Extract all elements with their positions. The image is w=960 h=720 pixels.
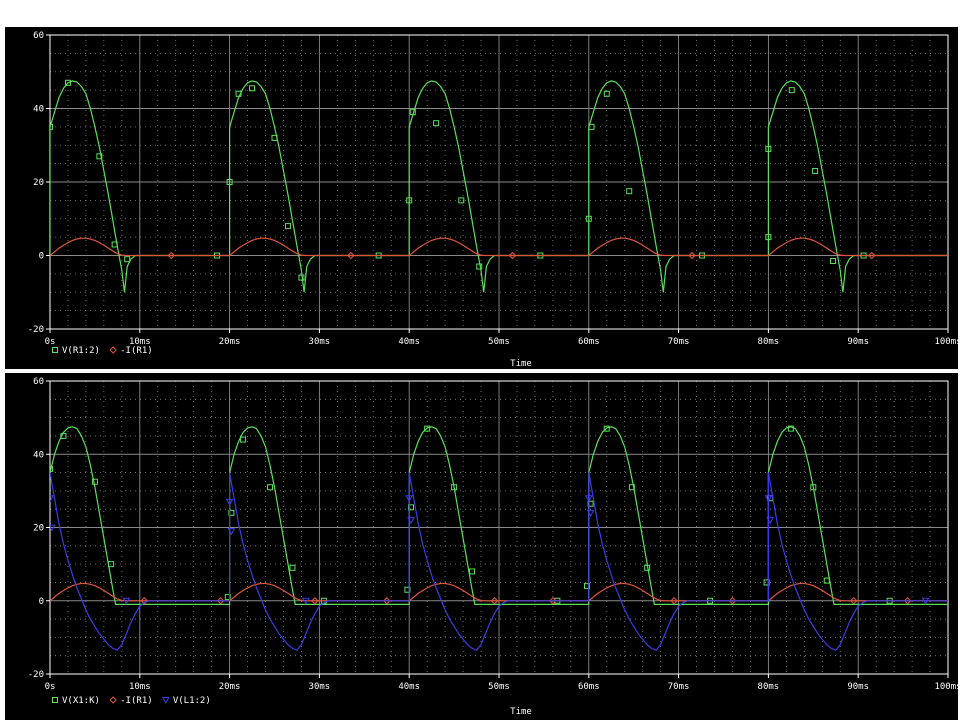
legend-marker-i-r1 <box>109 346 117 354</box>
x-tick-label: 70ms <box>668 682 690 692</box>
series-group <box>50 79 948 293</box>
x-tick-label: 60ms <box>578 337 600 347</box>
y-tick-label: 0 <box>39 252 44 262</box>
data-point-v-x1-k <box>267 484 274 491</box>
axis-ticks <box>46 380 949 678</box>
x-tick-label: 70ms <box>668 337 690 347</box>
legend-entry-v-r1-2: V(R1:2) <box>62 346 100 356</box>
y-tick-label: 60 <box>33 31 44 41</box>
probe-plot-bottom: 0s 10ms 20ms 30ms 40ms 50ms 60ms 70ms 80ms 90ms 10… <box>5 373 958 720</box>
y-tick-label: 20 <box>33 524 44 534</box>
x-tick-label: 90ms <box>847 337 869 347</box>
y-tick-label: -20 <box>28 325 44 335</box>
series-markers-v-l1-2 <box>50 495 930 605</box>
x-tick-label: 50ms <box>488 682 510 692</box>
legend: V(X1:K) -I(R1) V(L1:2) <box>52 696 211 706</box>
x-tick-label: 40ms <box>398 337 420 347</box>
x-tick-label: 10ms <box>129 682 151 692</box>
y-tick-label: 0 <box>39 597 44 607</box>
probe-plot-top-svg: 0s 10ms 20ms 30ms 40ms 50ms 60ms 70ms 80ms 90ms 10… <box>28 31 958 369</box>
axis-ticks <box>46 34 949 333</box>
y-tick-label: 40 <box>33 105 44 115</box>
x-axis-title: Time <box>510 707 532 717</box>
legend-entry-v-l1-2: V(L1:2) <box>173 696 211 706</box>
data-point-v-x1-k <box>289 564 296 571</box>
legend-marker-i-r1 <box>109 696 117 704</box>
y-tick-label: 40 <box>33 450 44 460</box>
legend-entry-i-r1: -I(R1) <box>120 346 153 356</box>
data-point-v-r1-2 <box>812 167 819 174</box>
legend: V(R1:2) -I(R1) <box>52 346 153 356</box>
x-tick-label: 30ms <box>309 682 331 692</box>
major-grid <box>50 381 948 674</box>
x-tick-label: 40ms <box>398 682 420 692</box>
x-tick-label: 100ms <box>934 337 958 347</box>
y-tick-label: 20 <box>33 178 44 188</box>
x-tick-label: 80ms <box>758 337 780 347</box>
data-point-v-r1-2 <box>830 258 837 265</box>
legend-entry-v-x1-k: V(X1:K) <box>62 696 100 706</box>
x-tick-label: 60ms <box>578 682 600 692</box>
data-point-v-r1-2 <box>284 223 291 230</box>
data-point-v-x1-k <box>240 436 247 443</box>
legend-marker-v-x1-k <box>52 697 58 703</box>
legend-marker-v-l1-2 <box>162 697 170 705</box>
x-axis-title: Time <box>510 359 532 369</box>
data-point-v-r1-2 <box>626 188 633 195</box>
y-tick-label: -20 <box>28 670 44 680</box>
data-point-v-x1-k <box>469 568 476 575</box>
x-tick-label: 80ms <box>758 682 780 692</box>
probe-plot-bottom-svg: 0s 10ms 20ms 30ms 40ms 50ms 60ms 70ms 80ms 90ms 10… <box>28 377 958 717</box>
x-tick-label: 0s <box>45 337 56 347</box>
data-point-v-r1-2 <box>788 87 795 94</box>
x-tick-label: 0s <box>45 682 56 692</box>
major-grid <box>50 35 948 329</box>
x-tick-label: 20ms <box>219 337 241 347</box>
y-tick-label: 60 <box>33 377 44 387</box>
series-markers-v-r1-2 <box>50 79 867 281</box>
legend-marker-v-r1-2 <box>52 347 58 353</box>
series-group <box>50 425 948 651</box>
x-tick-label: 100ms <box>934 682 958 692</box>
x-tick-label: 30ms <box>309 337 331 347</box>
probe-plot-top: 0s 10ms 20ms 30ms 40ms 50ms 60ms 70ms 80ms 90ms 10… <box>5 27 958 369</box>
data-point-v-r1-2 <box>124 256 131 263</box>
data-point-v-r1-2 <box>433 120 440 127</box>
legend-entry-i-r1: -I(R1) <box>120 696 153 706</box>
x-tick-label: 50ms <box>488 337 510 347</box>
x-tick-label: 20ms <box>219 682 241 692</box>
x-tick-label: 90ms <box>847 682 869 692</box>
